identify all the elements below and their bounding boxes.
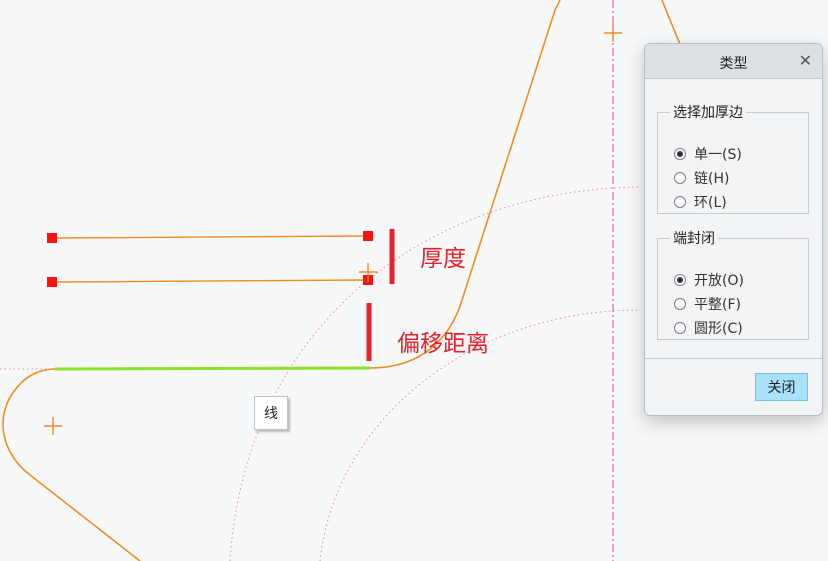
radio-selected-icon[interactable] (674, 148, 686, 160)
sketch-profile-curve-right[interactable] (661, 0, 681, 45)
close-icon[interactable]: ✕ (799, 51, 812, 70)
offset-distance-label: 偏移距离 (397, 331, 489, 357)
thickness-label: 厚度 (420, 246, 466, 272)
drag-handle[interactable] (47, 277, 57, 287)
end-cap-group-label: 端封闭 (673, 231, 715, 247)
radio-loop[interactable]: 环(L) (674, 192, 727, 212)
thicken-edge-group-label: 选择加厚边 (673, 105, 743, 121)
radio-label: 环(L) (694, 195, 727, 211)
end-cap-group: 端封闭 开放(O) 平整(F) 圆形(C) (657, 228, 809, 340)
dialog-titlebar[interactable]: 类型 ✕ (645, 44, 822, 79)
radio-unselected-icon[interactable] (674, 196, 686, 208)
drag-handle[interactable] (47, 233, 57, 243)
radio-label: 圆形(C) (694, 321, 743, 337)
radio-round[interactable]: 圆形(C) (674, 318, 743, 338)
close-button[interactable]: 关闭 (755, 373, 808, 401)
entity-tooltip: 线 (254, 396, 288, 430)
type-dialog: 类型 ✕ 选择加厚边 单一(S) 链(H) 环(L) 端封闭 开放(O) 平整(… (644, 43, 823, 416)
radio-label: 平整(F) (694, 297, 741, 313)
drag-handle[interactable] (363, 231, 373, 241)
plus-marker-icon (359, 263, 378, 282)
radio-label: 链(H) (694, 171, 730, 187)
dialog-title: 类型 (719, 56, 748, 72)
radio-label: 开放(O) (694, 273, 744, 289)
radio-unselected-icon[interactable] (674, 172, 686, 184)
radio-open[interactable]: 开放(O) (674, 270, 744, 290)
radio-unselected-icon[interactable] (674, 298, 686, 310)
offset-preview-line-1[interactable] (51, 235, 369, 239)
plus-marker-icon (44, 417, 62, 435)
radio-selected-icon[interactable] (674, 274, 686, 286)
plus-marker-icon (604, 24, 622, 42)
radio-unselected-icon[interactable] (674, 322, 686, 334)
thicken-edge-group: 选择加厚边 单一(S) 链(H) 环(L) (657, 102, 809, 214)
radio-label: 单一(S) (694, 147, 742, 163)
radio-flat[interactable]: 平整(F) (674, 294, 741, 314)
dialog-footer-divider (645, 358, 822, 359)
radio-single[interactable]: 单一(S) (674, 144, 742, 164)
selected-edge[interactable] (54, 366, 371, 371)
offset-preview-line-2[interactable] (51, 279, 369, 283)
radio-chain[interactable]: 链(H) (674, 168, 729, 188)
tooltip-text: 线 (264, 406, 278, 422)
